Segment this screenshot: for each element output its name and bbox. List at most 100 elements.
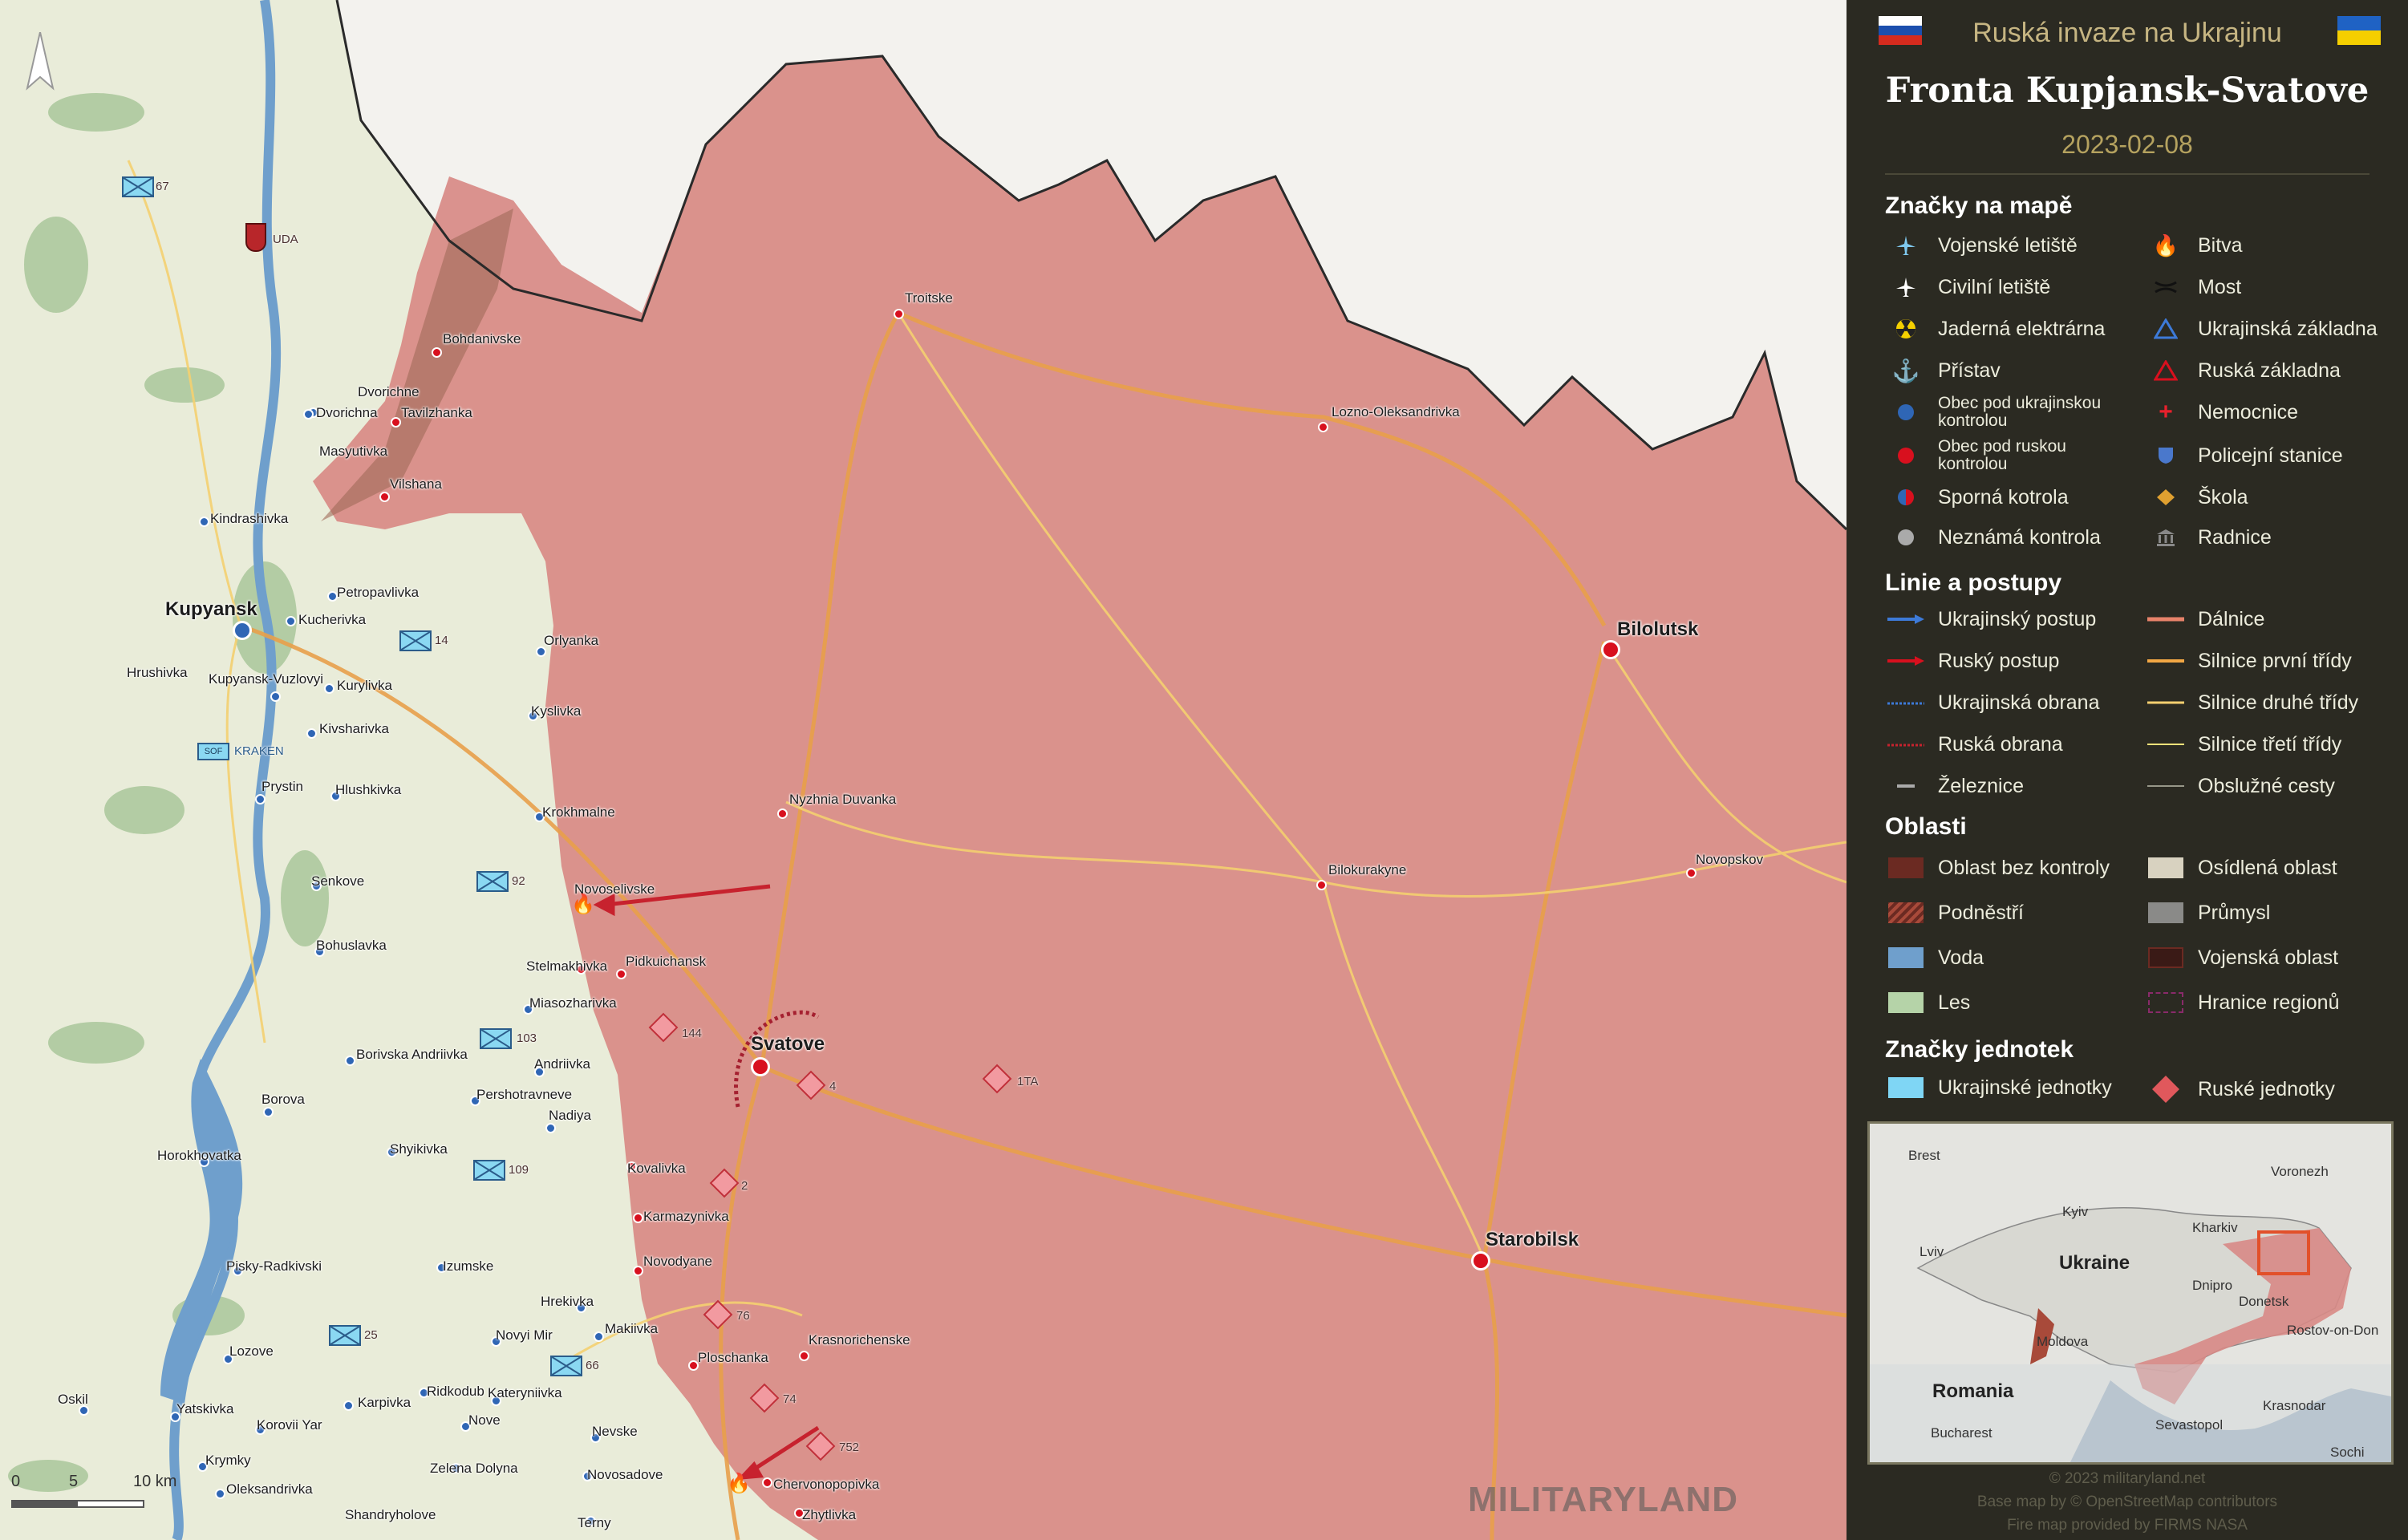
legend-item: Osídlená oblast (2145, 852, 2337, 884)
town-label: Stelmakhivka (526, 958, 608, 974)
town-label: Kucherivka (298, 612, 367, 627)
battle-fire-icon[interactable]: 🔥 (571, 895, 595, 914)
legend-item: Les (1885, 987, 1970, 1019)
ukrainian-unit-icon[interactable] (329, 1325, 361, 1346)
motorway-line-icon (2145, 603, 2187, 635)
kupyansk-marker[interactable] (233, 621, 252, 640)
town-marker[interactable] (270, 691, 281, 702)
town-label: Orlyanka (544, 633, 599, 648)
battle-fire-icon[interactable]: 🔥 (727, 1474, 751, 1493)
ukrainian-unit-icon[interactable] (550, 1356, 582, 1376)
town-label: Krasnorichenske (809, 1332, 910, 1348)
svatove-marker[interactable] (751, 1057, 770, 1076)
ukrainian-unit-icon[interactable] (122, 176, 154, 197)
ukrainian-unit-icon[interactable] (399, 630, 432, 651)
legend-item: Ruské jednotky (2145, 1073, 2335, 1105)
transnistria-hatch-swatch (1885, 897, 1927, 929)
kupyansk-label: Kupyansk (165, 598, 257, 620)
legend-item: Ukrajinské jednotky (1885, 1072, 2112, 1104)
inset-label: Romania (1932, 1380, 2014, 1402)
town-marker[interactable] (894, 309, 904, 319)
map-canvas[interactable]: Svatove Kupyansk Bilolutsk Starobilsk Bo… (0, 0, 1847, 1540)
credit-basemap: Base map by © OpenStreetMap contributors (1976, 1493, 2278, 1510)
town-label: Kindrashivka (210, 511, 289, 526)
town-marker[interactable] (391, 417, 401, 428)
forest-swatch (1885, 987, 1927, 1019)
battle-fire-icon: 🔥 (2152, 233, 2179, 257)
legend-item: Škola (2145, 481, 2248, 513)
town-label: Chervonopopivka (773, 1477, 880, 1492)
legend-item: Obslužné cesty (2145, 770, 2335, 802)
scale-bar: 0 5 10 km (11, 1473, 268, 1521)
legend-item: Oblast bez kontroly (1885, 852, 2110, 884)
starobilsk-marker[interactable] (1471, 1251, 1490, 1270)
ukrainian-unit-icon[interactable] (476, 871, 509, 892)
town-marker[interactable] (1686, 868, 1697, 878)
town-marker[interactable] (1316, 880, 1327, 890)
town-label: Nadiya (549, 1108, 591, 1123)
unit-label: 109 (509, 1163, 529, 1177)
town-marker[interactable] (432, 347, 442, 358)
russian-control-dot-icon (1885, 440, 1927, 472)
legend-item: Jaderná elektrárna (1885, 313, 2105, 345)
map-base-layer (0, 0, 1847, 1540)
town-label: Andriivka (534, 1056, 590, 1072)
town-label: Masyutivka (319, 444, 388, 459)
town-marker[interactable] (777, 808, 788, 819)
town-marker[interactable] (594, 1331, 604, 1342)
settlement-swatch (2145, 852, 2187, 884)
town-marker[interactable] (303, 409, 314, 419)
town-marker[interactable] (306, 728, 317, 739)
inset-label: Sevastopol (2155, 1417, 2224, 1433)
town-label: Dvorichne (358, 384, 420, 399)
town-label: Bilokurakyne (1328, 862, 1407, 877)
legend-item: Ruská obrana (1885, 728, 2063, 760)
town-label: Bohdanivske (443, 331, 521, 346)
town-marker[interactable] (255, 794, 266, 804)
town-marker[interactable] (263, 1107, 274, 1117)
town-marker[interactable] (633, 1266, 643, 1276)
town-label: Nyzhnia Duvanka (789, 792, 897, 807)
town-marker[interactable] (345, 1056, 355, 1066)
town-label: Prystin (261, 779, 303, 794)
town-label: Kivsharivka (319, 721, 389, 736)
ukrainian-special-forces-icon[interactable]: SOF (197, 743, 229, 760)
russian-defense-line-icon (1885, 728, 1927, 760)
town-marker[interactable] (379, 492, 390, 502)
ukrainian-unit-icon[interactable] (480, 1028, 512, 1049)
town-label: Pershotravneve (476, 1087, 573, 1102)
unit-label: KRAKEN (234, 744, 284, 758)
inset-label: Voronezh (2271, 1164, 2329, 1179)
town-label: Dvorichna (316, 405, 378, 420)
town-label: Kurylivka (337, 678, 392, 693)
town-marker[interactable] (343, 1400, 354, 1411)
town-marker[interactable] (762, 1477, 772, 1488)
town-marker[interactable] (199, 517, 209, 527)
unit-label: 25 (364, 1328, 378, 1342)
town-marker[interactable] (799, 1351, 809, 1361)
ukrainian-unit-icon[interactable] (473, 1160, 505, 1181)
town-marker[interactable] (616, 969, 626, 979)
inset-label: Bucharest (1931, 1425, 1992, 1441)
bilolutsk-marker[interactable] (1601, 640, 1620, 659)
inset-overview-map[interactable]: Brest Voronezh Kyiv Kharkiv Lviv Ukraine… (1867, 1121, 2394, 1465)
russian-volunteer-unit-icon[interactable] (245, 223, 266, 252)
divider (1885, 173, 2369, 175)
town-label: Nevske (592, 1424, 638, 1439)
town-label: Kateryniivka (488, 1385, 562, 1400)
town-marker[interactable] (1318, 422, 1328, 432)
town-marker[interactable] (545, 1123, 556, 1133)
town-marker[interactable] (324, 683, 334, 694)
town-label: Pidkuichansk (626, 954, 707, 969)
town-marker[interactable] (633, 1213, 643, 1223)
town-marker[interactable] (286, 616, 296, 626)
legend-item: Civilní letiště (1885, 271, 2050, 303)
legend-item: Silnice třetí třídy (2145, 728, 2341, 760)
unit-label: 1TA (1017, 1075, 1039, 1088)
primary-road-line-icon (2145, 645, 2187, 677)
town-label: Ploschanka (698, 1350, 768, 1365)
inset-label: Lviv (1920, 1244, 1944, 1259)
town-label: Novodyane (643, 1254, 713, 1269)
scale-zero: 0 (11, 1473, 21, 1490)
town-label: Kovalivka (627, 1161, 686, 1176)
